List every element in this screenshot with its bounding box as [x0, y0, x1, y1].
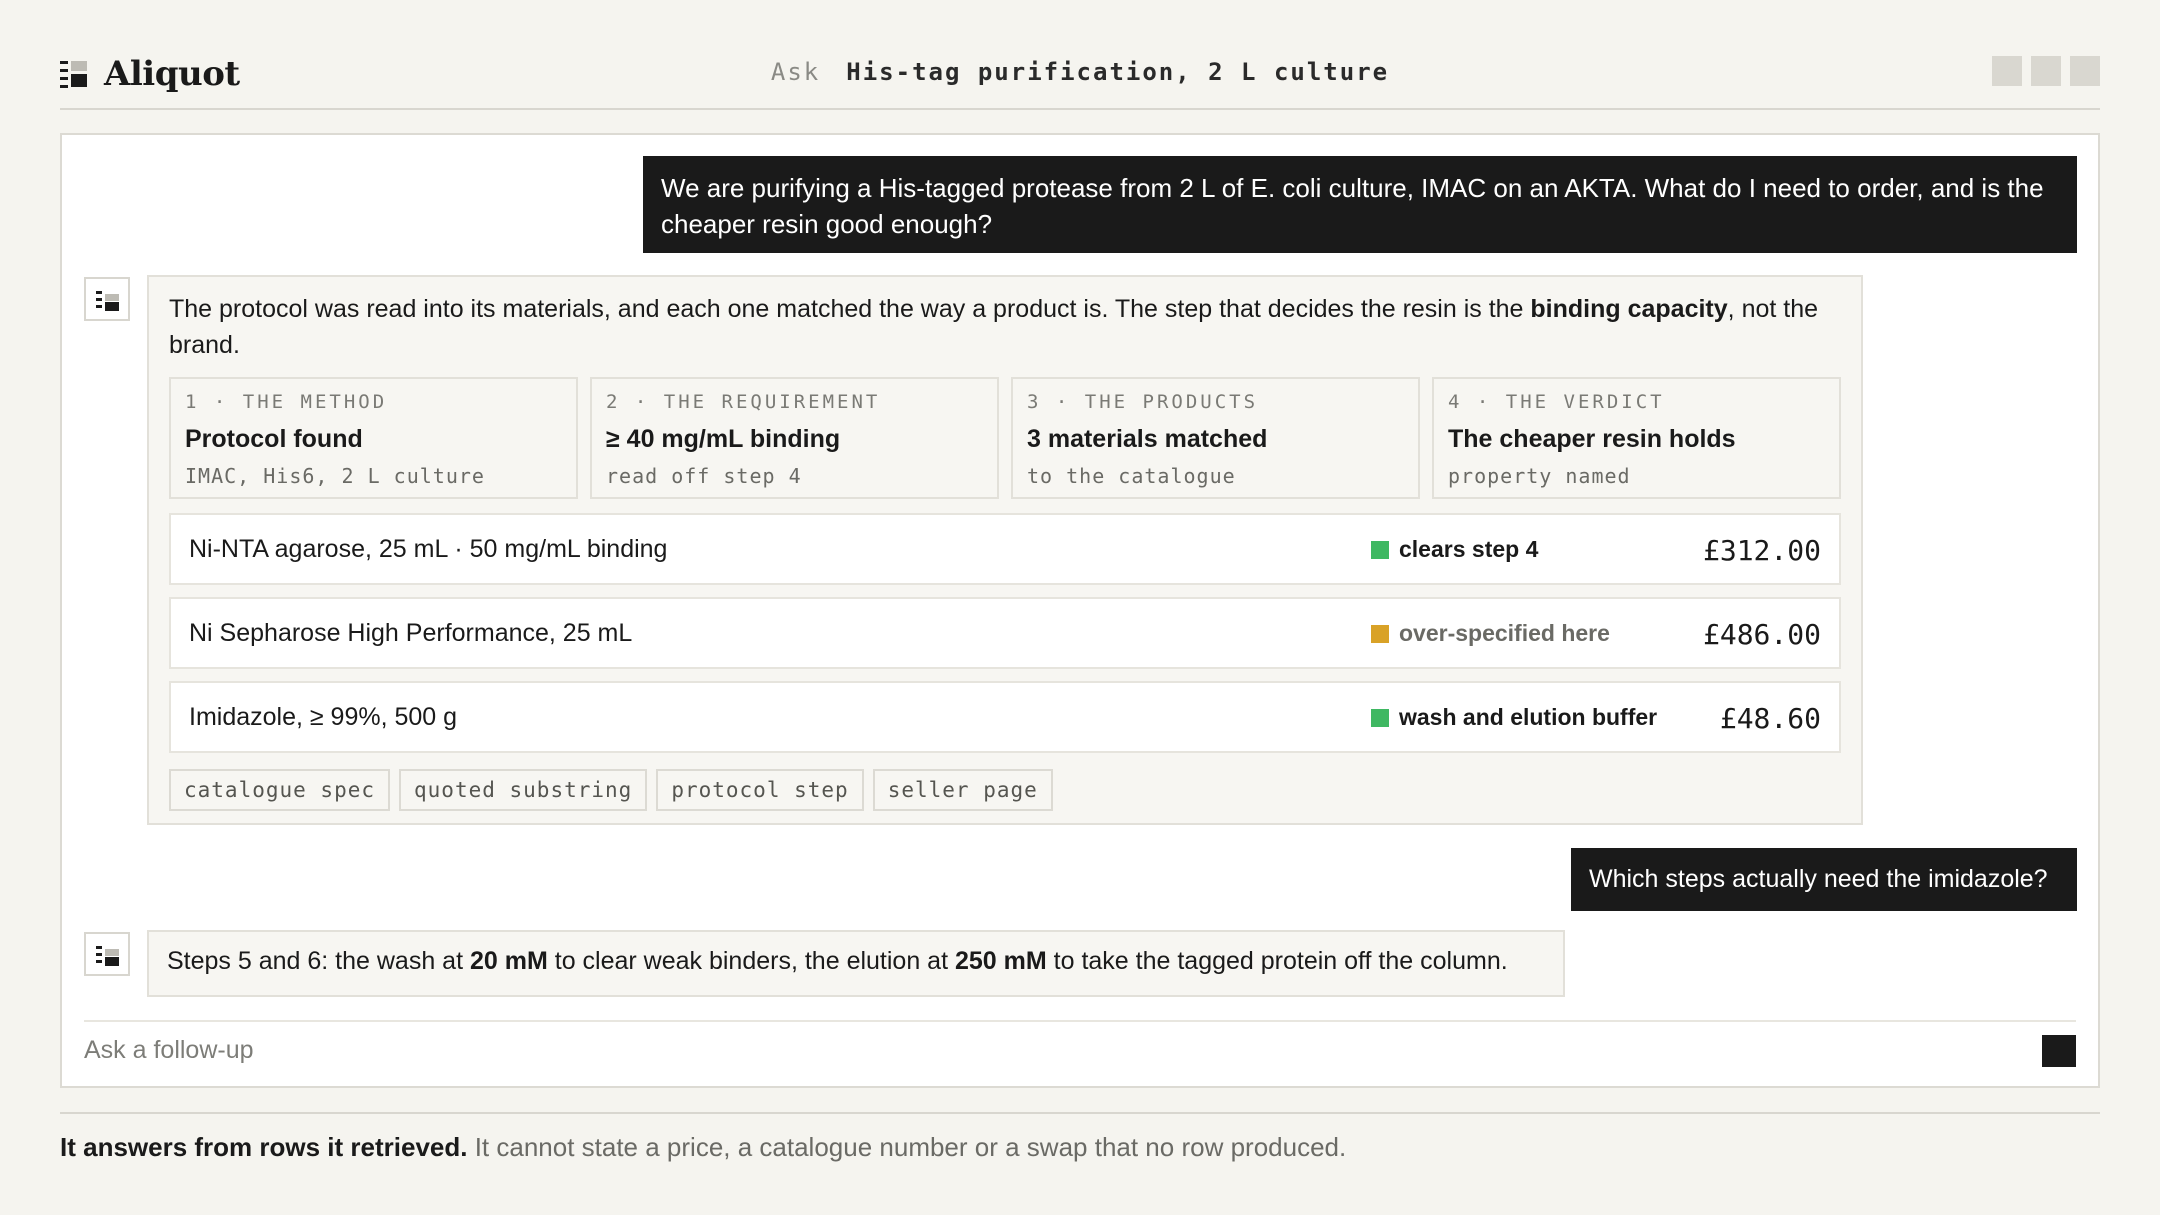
- step-card-products: 3 · THE PRODUCTS 3 materials matched to …: [1011, 377, 1420, 499]
- product-status: clears step 4: [1371, 536, 1538, 563]
- window-control-button-1[interactable]: [1992, 56, 2022, 86]
- chat-panel: We are purifying a His-tagged protease f…: [60, 133, 2100, 1088]
- step-title: The cheaper resin holds: [1448, 425, 1736, 453]
- step-title: ≥ 40 mg/mL binding: [606, 425, 841, 453]
- product-price: £312.00: [1702, 534, 1821, 567]
- product-price: £48.60: [1719, 702, 1821, 735]
- step-label: 2 · THE REQUIREMENT: [606, 391, 881, 413]
- product-status: wash and elution buffer: [1371, 704, 1657, 731]
- product-row[interactable]: Ni-NTA agarose, 25 mL · 50 mg/mL binding…: [169, 513, 1841, 585]
- reasoning-steps: 1 · THE METHOD Protocol found IMAC, His6…: [169, 377, 1841, 499]
- product-status: over-specified here: [1371, 620, 1610, 647]
- product-price: £486.00: [1702, 618, 1821, 651]
- assistant-answer-1: The protocol was read into its materials…: [147, 275, 1863, 825]
- window-controls: [1992, 56, 2100, 86]
- user-message-2: Which steps actually need the imidazole?: [1571, 848, 2077, 911]
- step-card-method: 1 · THE METHOD Protocol found IMAC, His6…: [169, 377, 578, 499]
- status-square-icon: [1371, 708, 1389, 727]
- step-card-requirement: 2 · THE REQUIREMENT ≥ 40 mg/mL binding r…: [590, 377, 999, 499]
- status-square-icon: [1371, 540, 1389, 559]
- source-tag[interactable]: seller page: [872, 769, 1053, 811]
- product-name: Ni-NTA agarose, 25 mL · 50 mg/mL binding: [189, 535, 668, 563]
- step-card-verdict: 4 · THE VERDICT The cheaper resin holds …: [1432, 377, 1841, 499]
- product-name: Ni Sepharose High Performance, 25 mL: [189, 619, 633, 647]
- step-label: 3 · THE PRODUCTS: [1027, 391, 1259, 413]
- source-tag[interactable]: protocol step: [656, 769, 864, 811]
- send-button[interactable]: [2042, 1035, 2076, 1067]
- step-label: 4 · THE VERDICT: [1448, 391, 1665, 413]
- ask-label: Ask: [770, 58, 821, 86]
- step-subtitle: IMAC, His6, 2 L culture: [185, 464, 485, 488]
- step-label: 1 · THE METHOD: [185, 391, 388, 413]
- assistant-avatar-icon: [84, 277, 130, 321]
- footer-disclaimer: It answers from rows it retrieved. It ca…: [60, 1112, 2100, 1163]
- window-control-button-3[interactable]: [2070, 56, 2100, 86]
- step-subtitle: to the catalogue: [1027, 464, 1236, 488]
- step-subtitle: read off step 4: [606, 464, 802, 488]
- product-row[interactable]: Ni Sepharose High Performance, 25 mL ove…: [169, 597, 1841, 669]
- app-header: Aliquot Ask His-tag purification, 2 L cul…: [60, 46, 2100, 110]
- ask-topic-bar: Ask His-tag purification, 2 L culture: [60, 58, 2100, 86]
- assistant-avatar-icon: [84, 932, 130, 976]
- disclaimer-rest: It cannot state a price, a catalogue num…: [467, 1132, 1347, 1162]
- assistant-answer-2: Steps 5 and 6: the wash at 20 mM to clea…: [147, 930, 1565, 997]
- product-name: Imidazole, ≥ 99%, 500 g: [189, 703, 458, 731]
- user-message-1: We are purifying a His-tagged protease f…: [643, 156, 2077, 253]
- followup-input[interactable]: Ask a follow-up: [84, 1036, 254, 1065]
- product-row[interactable]: Imidazole, ≥ 99%, 500 g wash and elution…: [169, 681, 1841, 753]
- status-square-icon: [1371, 624, 1389, 643]
- answer-intro: The protocol was read into its materials…: [169, 295, 1819, 359]
- ask-topic: His-tag purification, 2 L culture: [846, 58, 1390, 86]
- step-title: Protocol found: [185, 425, 363, 453]
- window-control-button-2[interactable]: [2031, 56, 2061, 86]
- source-tag[interactable]: catalogue spec: [169, 769, 391, 811]
- source-tags: catalogue spec quoted substring protocol…: [169, 769, 1841, 811]
- followup-bar: Ask a follow-up: [84, 1020, 2076, 1088]
- disclaimer-bold: It answers from rows it retrieved.: [60, 1132, 468, 1162]
- step-subtitle: property named: [1448, 464, 1631, 488]
- source-tag[interactable]: quoted substring: [399, 769, 648, 811]
- step-title: 3 materials matched: [1027, 425, 1268, 453]
